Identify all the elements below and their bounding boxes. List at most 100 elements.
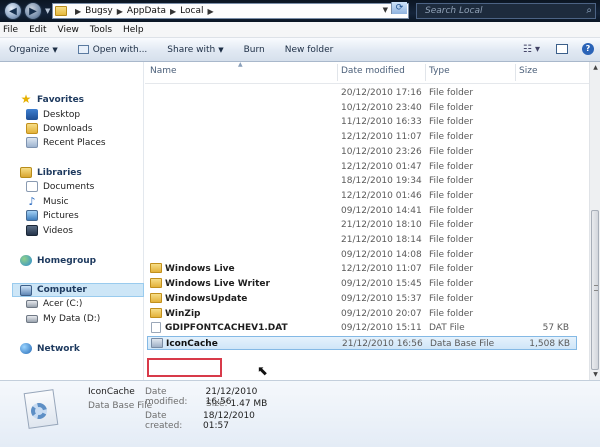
nav-libraries[interactable]: Libraries [20,167,82,178]
table-row[interactable]: WindowsUpdate 09/12/2010 15:37 File folder [145,292,585,306]
file-type: File folder [429,279,474,290]
menu-view[interactable]: View [58,25,79,35]
breadcrumb-chevron-icon[interactable]: ▶ [170,7,176,16]
table-row[interactable]: 12/12/2010 11:07 File folder [145,130,585,144]
forward-button[interactable]: ▶ [24,2,42,20]
file-type: DAT File [429,323,465,334]
column-divider[interactable] [515,64,516,81]
date-modified: 09/12/2010 15:37 [341,293,422,304]
breadcrumb-chevron-icon[interactable]: ▶ [75,7,81,16]
scroll-up-icon[interactable]: ▲ [590,62,600,73]
breadcrumb-local[interactable]: Local [180,6,203,16]
table-row[interactable]: Windows Live 12/12/2010 11:07 File folder [145,262,585,276]
share-with-label: Share with [167,44,216,55]
table-row[interactable]: 21/12/2010 18:14 File folder [145,233,585,247]
file-size: 1,508 KB [529,338,570,349]
organize-button[interactable]: Organize ▼ [9,45,58,55]
column-header-row: ▲ Name Date modified Type Size [145,61,589,84]
vertical-scrollbar[interactable]: ▲ ▼ [589,62,600,380]
recent-places-icon [26,137,38,148]
table-row[interactable]: 09/12/2010 14:41 File folder [145,204,585,218]
nav-mydata-drive[interactable]: My Data (D:) [26,314,100,324]
table-row[interactable]: 12/12/2010 01:47 File folder [145,160,585,174]
date-modified-label: Date modified: [145,387,188,407]
grip-icon [594,285,598,291]
nav-label: Music [43,196,69,207]
table-row[interactable]: 09/12/2010 14:08 File folder [145,248,585,262]
column-size[interactable]: Size [519,66,537,76]
column-date-modified[interactable]: Date modified [341,66,405,76]
menu-file[interactable]: File [3,25,18,35]
nav-computer[interactable]: Computer [12,283,144,297]
file-type: File folder [429,220,474,231]
change-view-icon[interactable]: ☷ ▾ [523,44,540,55]
menu-help[interactable]: Help [123,25,144,35]
file-type: File folder [429,117,474,128]
table-row[interactable]: 20/12/2010 17:16 File folder [145,86,585,100]
nav-label: Homegroup [37,255,97,266]
nav-desktop[interactable]: Desktop [26,109,80,120]
preview-pane-icon[interactable] [556,44,568,54]
chevron-down-icon: ▼ [52,45,58,54]
share-with-button[interactable]: Share with ▼ [167,45,223,55]
breadcrumb-chevron-icon[interactable]: ▶ [207,7,213,16]
table-row[interactable]: 12/12/2010 01:46 File folder [145,189,585,203]
open-with-button[interactable]: Open with... [77,45,147,55]
breadcrumb-appdata[interactable]: AppData [127,6,166,16]
burn-button[interactable]: Burn [244,45,265,55]
help-icon[interactable]: ? [582,43,594,55]
menu-tools[interactable]: Tools [90,25,112,35]
organize-label: Organize [9,44,50,55]
table-row[interactable]: 18/12/2010 19:34 File folder [145,174,585,188]
refresh-button[interactable]: ⟳ [391,2,407,14]
nav-favorites[interactable]: ★ Favorites [20,93,84,105]
date-modified: 09/12/2010 15:11 [341,323,422,334]
nav-network[interactable]: Network [20,343,80,354]
table-row[interactable]: GDIPFONTCACHEV1.DAT 09/12/2010 15:11 DAT F… [145,321,585,335]
search-input[interactable]: Search Local ⌕ [416,3,596,19]
address-bar[interactable]: ▶ Bugsy ▶ AppData ▶ Local ▶ ▼ [52,3,409,19]
pictures-icon [26,210,38,221]
column-divider[interactable] [337,64,338,81]
table-row[interactable]: 21/12/2010 18:10 File folder [145,218,585,232]
column-divider[interactable] [425,64,426,81]
table-row[interactable]: 11/12/2010 16:33 File folder [145,115,585,129]
table-row[interactable]: WinZip 09/12/2010 20:07 File folder [145,307,585,321]
recent-pages-dropdown[interactable]: ▼ [45,7,50,15]
sort-ascending-icon: ▲ [238,61,243,68]
nav-documents[interactable]: Documents [26,181,94,192]
back-button[interactable]: ◀ [4,2,22,20]
table-row[interactable]: 10/12/2010 23:40 File folder [145,101,585,115]
new-folder-button[interactable]: New folder [285,45,334,55]
table-row[interactable]: 10/12/2010 23:26 File folder [145,145,585,159]
file-name: Windows Live Writer [165,279,270,290]
file-name: Windows Live [165,264,235,275]
file-type: Data Base File [430,338,495,349]
table-row[interactable]: Windows Live Writer 09/12/2010 15:45 File … [145,277,585,291]
breadcrumb-bugsy[interactable]: Bugsy [85,6,113,16]
search-icon[interactable]: ⌕ [586,5,592,16]
breadcrumb-chevron-icon[interactable]: ▶ [117,7,123,16]
nav-label: Acer (C:) [43,299,83,309]
table-row[interactable]: IconCache 21/12/2010 16:56 Data Base File 1… [147,335,577,350]
nav-music[interactable]: ♪ Music [26,196,69,207]
date-modified: 12/12/2010 11:07 [341,132,422,143]
date-modified: 10/12/2010 23:26 [341,146,422,157]
nav-videos[interactable]: Videos [26,225,73,236]
file-size: 57 KB [542,323,569,334]
date-modified: 12/12/2010 11:07 [341,264,422,275]
nav-recent-places[interactable]: Recent Places [26,137,106,148]
file-type: File folder [429,190,474,201]
address-dropdown-icon[interactable]: ▼ [383,6,388,14]
nav-homegroup[interactable]: Homegroup [20,255,96,266]
column-name[interactable]: Name [150,66,177,76]
menu-edit[interactable]: Edit [29,25,46,35]
scroll-down-icon[interactable]: ▼ [590,369,600,380]
scrollbar-thumb[interactable] [591,210,599,370]
nav-acer-drive[interactable]: Acer (C:) [26,299,82,309]
nav-pictures[interactable]: Pictures [26,210,79,221]
column-type[interactable]: Type [429,66,450,76]
date-created-label: Date created: [145,411,183,431]
nav-downloads[interactable]: Downloads [26,123,92,134]
file-type: File folder [429,102,474,113]
